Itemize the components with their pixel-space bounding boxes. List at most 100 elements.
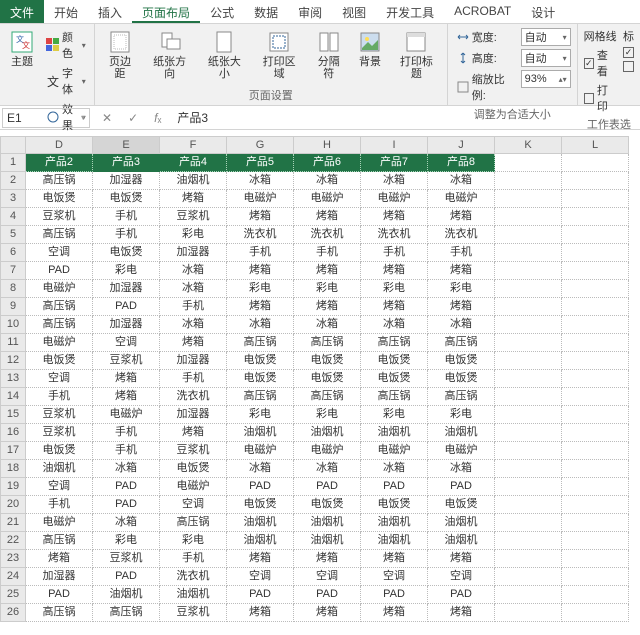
print-titles-button[interactable]: 打印标题 <box>392 28 441 82</box>
row-header[interactable]: 1 <box>0 154 26 172</box>
cell[interactable]: PAD <box>227 478 294 496</box>
cell[interactable]: 电饭煲 <box>26 190 93 208</box>
row-header[interactable]: 14 <box>0 388 26 406</box>
cell[interactable]: 烤箱 <box>160 190 227 208</box>
cell[interactable] <box>562 514 629 532</box>
row-header[interactable]: 24 <box>0 568 26 586</box>
cell[interactable] <box>562 244 629 262</box>
cell[interactable]: 彩电 <box>361 280 428 298</box>
row-header[interactable]: 21 <box>0 514 26 532</box>
cell[interactable]: PAD <box>361 586 428 604</box>
cell[interactable]: PAD <box>361 478 428 496</box>
tab-review[interactable]: 审阅 <box>288 0 332 23</box>
cell[interactable]: 豆浆机 <box>93 352 160 370</box>
cell[interactable]: 冰箱 <box>93 460 160 478</box>
cell[interactable]: 手机 <box>26 388 93 406</box>
cell[interactable] <box>562 262 629 280</box>
cell[interactable]: 产品7 <box>361 154 428 172</box>
cell[interactable]: 彩电 <box>428 280 495 298</box>
cell[interactable]: PAD <box>294 478 361 496</box>
cell[interactable] <box>495 424 562 442</box>
cell[interactable]: 烤箱 <box>294 550 361 568</box>
cell[interactable] <box>495 370 562 388</box>
cell[interactable]: PAD <box>294 586 361 604</box>
cell[interactable]: 电磁炉 <box>428 190 495 208</box>
cell[interactable]: 手机 <box>26 496 93 514</box>
col-header-L[interactable]: L <box>562 136 629 154</box>
cell[interactable]: 洗衣机 <box>428 226 495 244</box>
tab-insert[interactable]: 插入 <box>88 0 132 23</box>
cell[interactable]: 电磁炉 <box>160 478 227 496</box>
cell[interactable]: 手机 <box>160 370 227 388</box>
cell[interactable]: 冰箱 <box>361 460 428 478</box>
cell[interactable]: 油烟机 <box>93 586 160 604</box>
cell[interactable]: 烤箱 <box>428 262 495 280</box>
cell[interactable]: 烤箱 <box>361 604 428 622</box>
cell[interactable]: 冰箱 <box>294 460 361 478</box>
tab-acrobat[interactable]: ACROBAT <box>444 0 521 23</box>
cell[interactable] <box>495 316 562 334</box>
cell[interactable]: 冰箱 <box>227 316 294 334</box>
col-header-F[interactable]: F <box>160 136 227 154</box>
tab-view[interactable]: 视图 <box>332 0 376 23</box>
cell[interactable]: 电磁炉 <box>428 442 495 460</box>
cell[interactable] <box>495 496 562 514</box>
cell[interactable]: 空调 <box>294 568 361 586</box>
select-all-corner[interactable] <box>0 136 26 154</box>
cell[interactable] <box>562 298 629 316</box>
cell[interactable]: 彩电 <box>227 406 294 424</box>
cell[interactable] <box>495 208 562 226</box>
size-button[interactable]: 纸张大小 <box>200 28 249 82</box>
row-header[interactable]: 4 <box>0 208 26 226</box>
cell[interactable]: 电磁炉 <box>227 442 294 460</box>
cell[interactable]: 高压锅 <box>26 604 93 622</box>
cell[interactable]: 冰箱 <box>361 316 428 334</box>
cell[interactable]: 电饭煲 <box>93 244 160 262</box>
cell[interactable]: 烤箱 <box>160 334 227 352</box>
cell[interactable] <box>562 532 629 550</box>
cell[interactable]: 冰箱 <box>294 172 361 190</box>
cell[interactable]: 冰箱 <box>160 316 227 334</box>
background-button[interactable]: 背景 <box>354 28 386 70</box>
cell[interactable]: 彩电 <box>160 532 227 550</box>
fonts-button[interactable]: 文字体▾ <box>44 64 88 98</box>
cell[interactable] <box>562 172 629 190</box>
cell[interactable]: 油烟机 <box>160 586 227 604</box>
cell[interactable]: 高压锅 <box>26 226 93 244</box>
cell[interactable]: 加湿器 <box>93 316 160 334</box>
cell[interactable]: 高压锅 <box>227 334 294 352</box>
cell[interactable] <box>495 532 562 550</box>
cell[interactable]: PAD <box>26 586 93 604</box>
cell[interactable]: 彩电 <box>428 406 495 424</box>
scale-spinner[interactable]: 93%▴▾ <box>521 70 571 88</box>
cell[interactable]: 电磁炉 <box>361 442 428 460</box>
cell[interactable] <box>562 478 629 496</box>
cell[interactable] <box>562 334 629 352</box>
margins-button[interactable]: 页边距 <box>101 28 140 82</box>
cell[interactable]: 油烟机 <box>428 514 495 532</box>
cell[interactable]: 油烟机 <box>227 532 294 550</box>
cell[interactable]: 高压锅 <box>428 388 495 406</box>
cell[interactable]: 烤箱 <box>160 424 227 442</box>
cell[interactable]: 空调 <box>26 244 93 262</box>
row-header[interactable]: 13 <box>0 370 26 388</box>
row-header[interactable]: 22 <box>0 532 26 550</box>
tab-home[interactable]: 开始 <box>44 0 88 23</box>
cell[interactable] <box>562 496 629 514</box>
cell[interactable] <box>562 280 629 298</box>
cell[interactable]: 电饭煲 <box>428 496 495 514</box>
cell[interactable]: 加湿器 <box>160 352 227 370</box>
col-header-I[interactable]: I <box>361 136 428 154</box>
cell[interactable]: 高压锅 <box>93 604 160 622</box>
cell[interactable]: PAD <box>428 586 495 604</box>
cell[interactable] <box>495 190 562 208</box>
cell[interactable]: 电饭煲 <box>361 352 428 370</box>
cell[interactable]: 加湿器 <box>160 244 227 262</box>
cell[interactable]: 冰箱 <box>428 172 495 190</box>
cell[interactable]: 烤箱 <box>428 604 495 622</box>
cell[interactable]: 手机 <box>160 550 227 568</box>
col-header-J[interactable]: J <box>428 136 495 154</box>
cell[interactable]: 电磁炉 <box>26 280 93 298</box>
cell[interactable]: 烤箱 <box>361 298 428 316</box>
cell[interactable] <box>495 262 562 280</box>
